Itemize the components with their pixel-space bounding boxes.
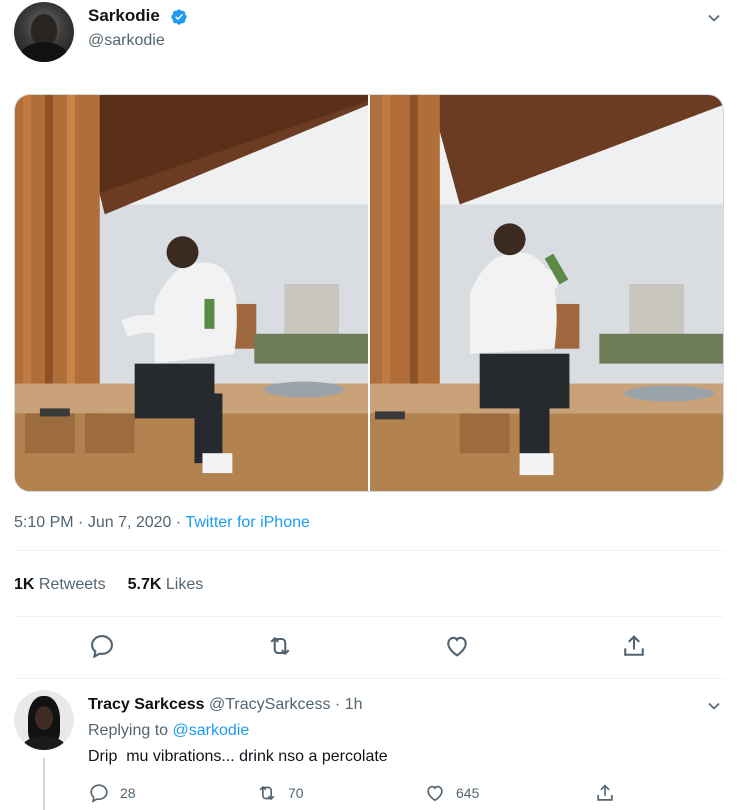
divider: [14, 616, 724, 617]
like-icon: [427, 785, 443, 802]
tweet-photo-2[interactable]: [370, 95, 723, 491]
retweets-label: Retweets: [38, 576, 106, 593]
reply-age[interactable]: 1h: [345, 696, 363, 713]
tweet-source-link[interactable]: Twitter for iPhone: [185, 514, 310, 531]
reply-actions: 28 70 645: [0, 782, 748, 806]
tweet-media: [14, 94, 724, 492]
reply-share-button[interactable]: [594, 782, 616, 804]
replying-prefix: Replying to: [88, 722, 169, 739]
like-icon[interactable]: [443, 632, 471, 660]
meta-separator: ·: [78, 514, 84, 531]
tweet-date[interactable]: Jun 7, 2020: [88, 514, 172, 531]
reply-text: Drip mu vibrations... drink nso a percol…: [88, 748, 388, 765]
meta-separator: ·: [175, 514, 182, 531]
tweet-actions: [0, 632, 748, 666]
retweets-stat[interactable]: 1K Retweets: [14, 576, 106, 593]
reply-header: Tracy Sarkcess @TracySarkcess · 1h: [88, 696, 362, 714]
replying-mention-link[interactable]: @sarkodie: [173, 722, 250, 739]
reply-icon: [90, 784, 108, 803]
reply-like-button[interactable]: 645: [424, 782, 479, 804]
likes-label: Likes: [165, 576, 204, 593]
likes-count: 5.7K: [127, 576, 162, 593]
reply-author-name[interactable]: Tracy Sarkcess: [88, 696, 205, 713]
share-icon[interactable]: [620, 632, 648, 660]
reply-author-handle[interactable]: @TracySarkcess: [209, 696, 330, 713]
tweet-stats: 1K Retweets 5.7K Likes: [14, 576, 203, 594]
chevron-down-icon[interactable]: [704, 8, 724, 28]
reply-author-avatar[interactable]: [14, 690, 74, 750]
verified-badge-icon: [171, 9, 187, 25]
tweet-photo-1[interactable]: [15, 95, 368, 491]
author-avatar[interactable]: [14, 2, 74, 62]
retweets-count: 1K: [14, 576, 35, 593]
tweet-meta: 5:10 PM · Jun 7, 2020 · Twitter for iPho…: [14, 514, 310, 532]
reply-icon[interactable]: [88, 632, 116, 660]
author-handle[interactable]: @sarkodie: [88, 32, 165, 50]
retweet-icon[interactable]: [266, 632, 294, 660]
reply-reply-button[interactable]: 28: [88, 782, 136, 804]
divider: [14, 550, 724, 551]
retweet-icon: [259, 785, 275, 801]
like-count: 645: [456, 785, 480, 801]
reply-count: 28: [120, 785, 136, 801]
chevron-down-icon[interactable]: [704, 696, 724, 716]
author-name[interactable]: Sarkodie: [88, 6, 160, 26]
likes-stat[interactable]: 5.7K Likes: [128, 576, 204, 593]
share-icon: [597, 784, 613, 801]
divider: [14, 678, 724, 679]
tweet-time[interactable]: 5:10 PM: [14, 514, 74, 531]
reply-separator: ·: [334, 696, 341, 713]
retweet-count: 70: [288, 785, 304, 801]
replying-to: Replying to @sarkodie: [88, 722, 249, 740]
reply-retweet-button[interactable]: 70: [256, 782, 304, 804]
